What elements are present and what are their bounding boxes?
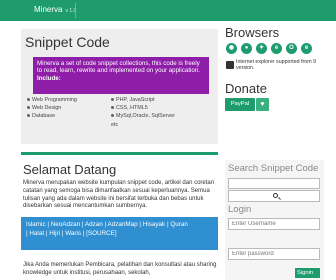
project-links-line[interactable]: | Halat | Hijri | Waris | [SOURCE] xyxy=(26,230,117,237)
navbar-divider xyxy=(75,3,76,18)
bullet-icon xyxy=(111,114,114,118)
search-button[interactable] xyxy=(228,190,320,202)
top-navbar: Minerva v 1.0 xyxy=(0,0,336,21)
section-divider-bar xyxy=(21,152,218,155)
feature-item: Web Programming xyxy=(27,97,77,103)
sidebar-panel: Search Snippet Code Login Signin xyxy=(225,160,324,280)
safari-icon: ✦ xyxy=(256,43,267,54)
project-links-line[interactable]: Islamic | NeoAdzan | Adzan | AdzanMap | … xyxy=(26,221,188,228)
username-field[interactable] xyxy=(228,218,320,230)
bullet-icon xyxy=(111,106,114,110)
promo-include-label: Include: xyxy=(37,74,61,82)
feature-item: Database xyxy=(27,113,55,119)
promo-text: Minerva a set of code snippet collection… xyxy=(37,60,201,75)
heart-icon[interactable]: ♥ xyxy=(256,98,269,111)
brand-logo[interactable]: Minerva v 1.0 xyxy=(34,5,76,14)
feature-item: MySql,Oracle, SqlServer xyxy=(111,113,175,119)
bullet-icon xyxy=(27,98,30,102)
warning-icon xyxy=(226,61,234,69)
project-links-box[interactable]: Islamic | NeoAdzan | Adzan | AdzanMap | … xyxy=(21,217,218,250)
browsers-heading: Browsers xyxy=(225,25,280,40)
speaker-paragraph: Jika Anda memerlukan Pembicara, pelatiha… xyxy=(23,262,217,276)
welcome-heading: Selamat Datang xyxy=(23,162,117,177)
ie-support-note: Internet explorer supported from 9 versi… xyxy=(225,59,324,74)
password-field[interactable] xyxy=(228,248,320,260)
opera-icon: O xyxy=(286,43,297,54)
feature-item: etc xyxy=(111,122,119,128)
signin-button[interactable]: Signin xyxy=(295,268,320,278)
brand-name: Minerva xyxy=(34,5,63,14)
login-heading: Login xyxy=(228,204,252,215)
feature-item: Web Design xyxy=(27,105,61,111)
search-icon xyxy=(273,193,278,198)
jumbotron-title: Snippet Code xyxy=(25,34,110,50)
feature-item: PHP, JavaScript xyxy=(111,97,155,103)
ie-icon: e xyxy=(301,43,312,54)
bullet-icon xyxy=(27,114,30,118)
promo-box: Minerva a set of code snippet collection… xyxy=(33,57,209,94)
firefox-icon: ● xyxy=(241,43,252,54)
feature-item: CSS, HTML5 xyxy=(111,105,148,111)
paypal-button[interactable]: PayPal xyxy=(225,98,255,111)
bullet-icon xyxy=(27,106,30,110)
search-input[interactable] xyxy=(228,178,320,189)
snippet-code-jumbotron: Snippet Code Minerva a set of code snipp… xyxy=(21,29,218,144)
bullet-icon xyxy=(111,98,114,102)
welcome-paragraph: Minerva merupakan website kumpulan snipp… xyxy=(23,180,215,210)
ie-support-text: Internet explorer supported from 9 versi… xyxy=(236,59,317,72)
chrome-icon: ◉ xyxy=(226,43,237,54)
edge-icon: e xyxy=(271,43,282,54)
search-heading: Search Snippet Code xyxy=(228,163,319,174)
donate-heading: Donate xyxy=(225,81,267,96)
